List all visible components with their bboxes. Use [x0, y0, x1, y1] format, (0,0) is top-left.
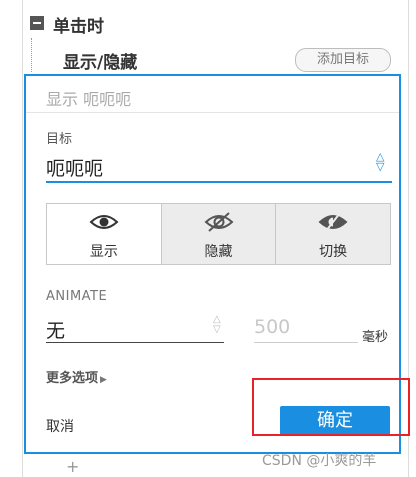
add-target-button[interactable]: 添加目标 — [295, 48, 391, 72]
visibility-option-label: 隐藏 — [204, 244, 233, 260]
duration-input[interactable]: 500 — [254, 316, 290, 338]
eye-icon — [89, 215, 119, 229]
animate-select-underline — [46, 342, 224, 343]
cancel-button[interactable]: 取消 — [46, 416, 74, 436]
visibility-option-hide[interactable]: 隐藏 — [161, 204, 277, 264]
eye-toggle-icon — [318, 212, 348, 232]
visibility-option-label: 切换 — [319, 244, 348, 260]
more-options-label: 更多选项 — [46, 371, 99, 386]
tree-connector — [31, 38, 32, 72]
animate-label: ANIMATE — [46, 289, 108, 304]
target-select-underline — [46, 181, 392, 183]
eye-slash-icon — [204, 212, 233, 232]
tree-left-rule — [22, 0, 23, 477]
chevron-updown-icon[interactable]: △ ▽ — [213, 315, 221, 335]
target-select[interactable]: 呃呃呃 — [46, 154, 103, 181]
visibility-segmented-control: 显示 隐藏 切换 — [46, 203, 391, 265]
plus-icon[interactable]: + — [66, 457, 79, 476]
panel-divider — [26, 112, 399, 113]
visibility-option-label: 显示 — [89, 244, 118, 260]
action-label: 显示/隐藏 — [63, 53, 138, 73]
collapse-minus-icon[interactable] — [30, 16, 44, 30]
visibility-option-toggle[interactable]: 切换 — [276, 204, 391, 264]
duration-unit: 毫秒 — [362, 330, 389, 345]
watermark: CSDN @小爽的羊 — [262, 453, 377, 469]
caret-right-icon: ▶ — [100, 375, 107, 385]
visibility-option-show[interactable]: 显示 — [47, 204, 162, 264]
duration-input-underline — [254, 342, 358, 343]
animate-select[interactable]: 无 — [46, 316, 65, 343]
panel-summary: 显示 呃呃呃 — [46, 90, 132, 109]
chevron-updown-icon[interactable]: △ ▽ — [376, 151, 384, 172]
highlight-box — [252, 378, 410, 436]
more-options-toggle[interactable]: 更多选项 ▶ — [46, 367, 107, 386]
target-label: 目标 — [46, 132, 73, 147]
event-label: 单击时 — [53, 17, 104, 37]
